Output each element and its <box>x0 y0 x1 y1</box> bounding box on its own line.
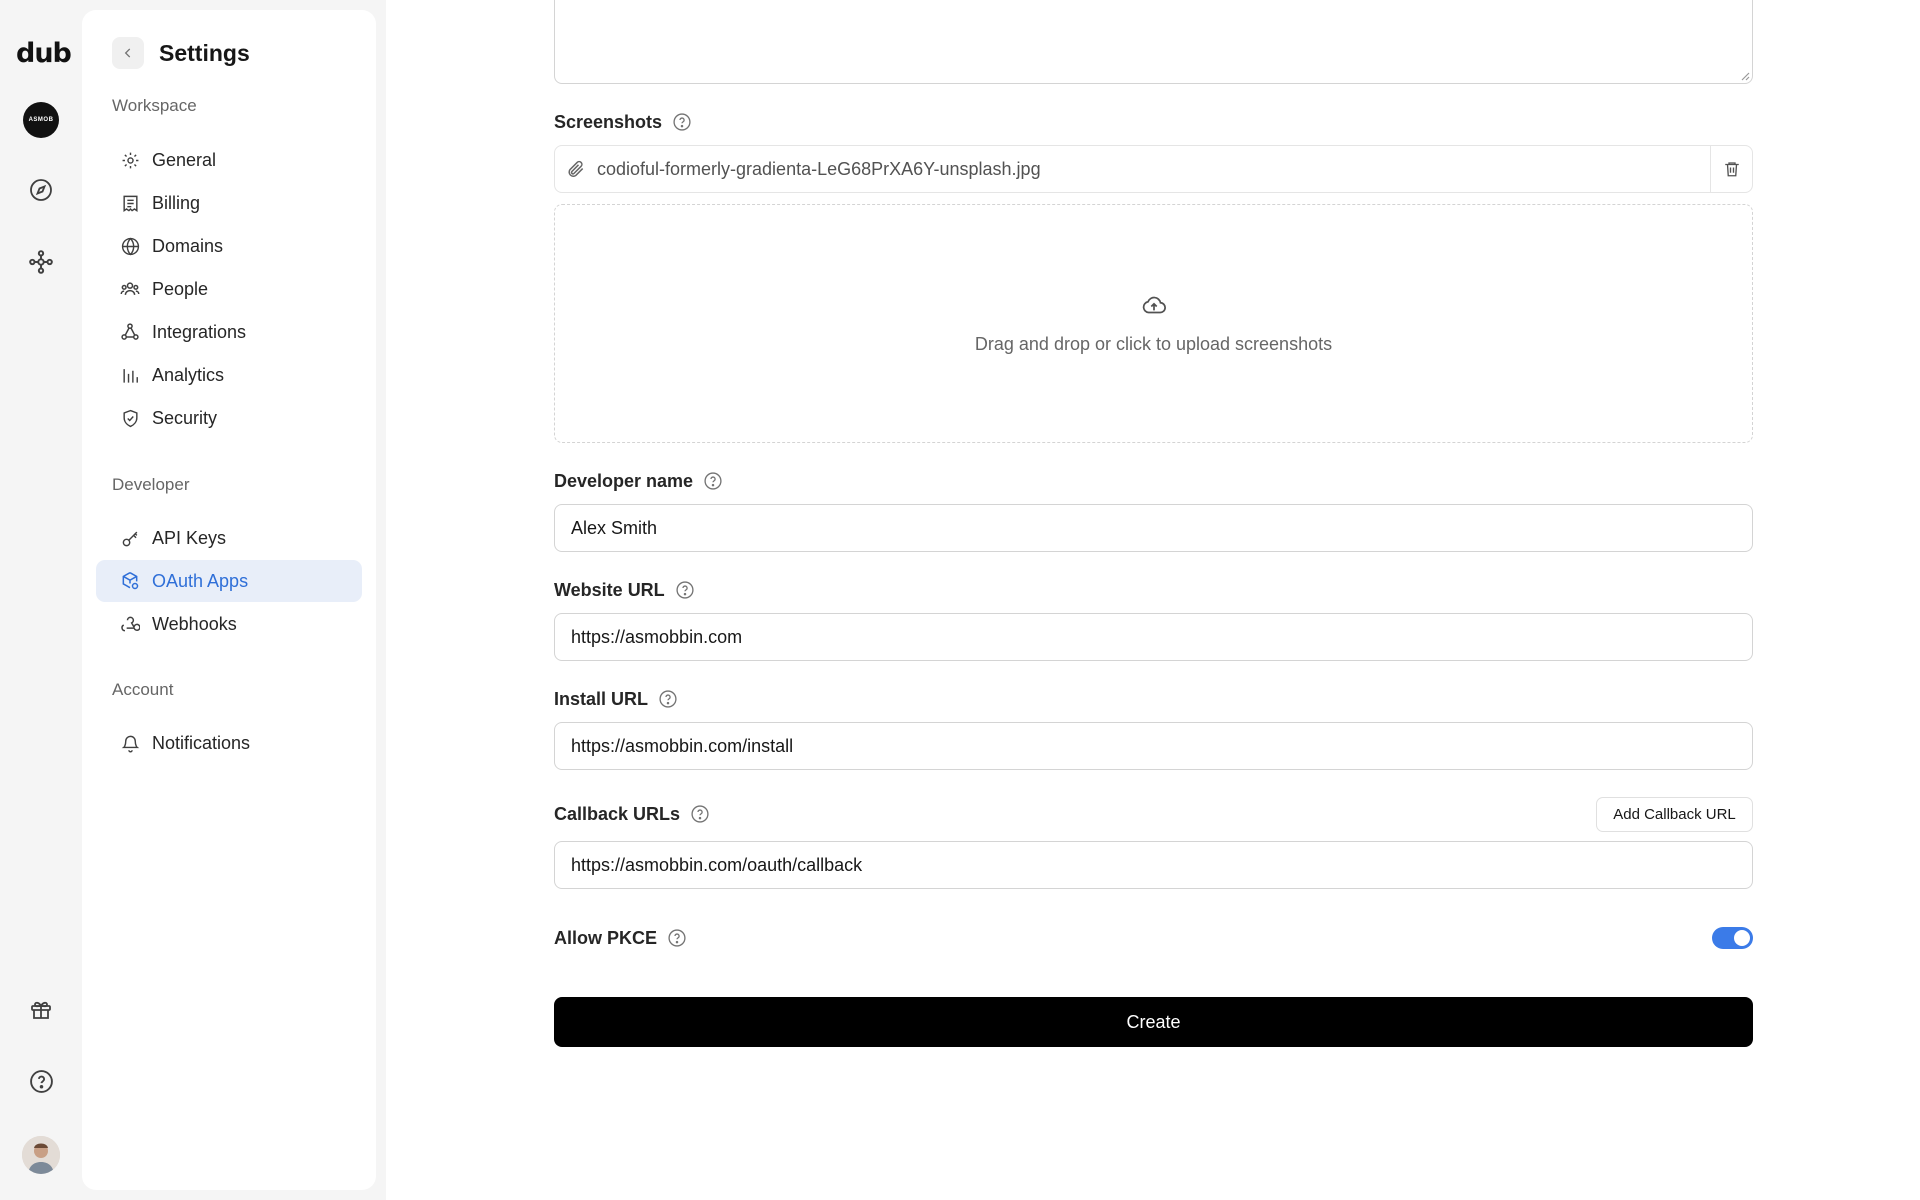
user-avatar[interactable] <box>22 1136 60 1174</box>
sidebar-item-label: Domains <box>152 235 224 256</box>
developer-name-label: Developer name <box>554 470 694 491</box>
callback-urls-label: Callback URLs <box>554 803 681 824</box>
receipt-icon <box>120 193 140 213</box>
bar-chart-icon <box>120 365 140 385</box>
sidebar-item-label: API Keys <box>152 527 227 548</box>
sidebar-item-security[interactable]: Security <box>96 397 362 439</box>
integrations-icon[interactable] <box>22 243 60 281</box>
allow-pkce-toggle[interactable] <box>1712 927 1753 949</box>
compass-icon[interactable] <box>22 171 60 209</box>
paperclip-icon <box>555 159 597 179</box>
sidebar-item-label: Integrations <box>152 321 247 342</box>
dub-logo[interactable]: dub <box>16 38 72 69</box>
add-callback-url-button[interactable]: Add Callback URL <box>1596 797 1753 832</box>
help-icon[interactable] <box>672 112 692 132</box>
help-icon[interactable] <box>703 471 723 491</box>
sidebar-item-integrations[interactable]: Integrations <box>96 311 362 353</box>
help-icon[interactable] <box>667 928 687 948</box>
bell-icon <box>120 733 140 753</box>
section-label-account: Account <box>112 680 174 699</box>
website-url-input[interactable]: https://asmobbin.com <box>554 613 1753 661</box>
toggle-knob <box>1734 930 1750 946</box>
cube-settings-icon <box>120 571 140 591</box>
gift-icon[interactable] <box>22 991 60 1029</box>
shield-icon <box>120 408 140 428</box>
sidebar-item-webhooks[interactable]: Webhooks <box>96 603 362 645</box>
install-url-input[interactable]: https://asmobbin.com/install <box>554 722 1753 770</box>
sidebar-item-oauth-apps[interactable]: OAuth Apps <box>96 560 362 602</box>
sidebar-item-billing[interactable]: Billing <box>96 182 362 224</box>
settings-title: Settings <box>159 39 250 66</box>
icon-rail: dub ASMOB <box>0 0 82 1200</box>
developer-name-label-row: Developer name <box>554 470 723 492</box>
screenshots-label: Screenshots <box>554 111 663 132</box>
sidebar-item-label: Notifications <box>152 732 251 753</box>
sidebar-item-label: Security <box>152 407 218 428</box>
cloud-upload-icon <box>1141 293 1167 324</box>
allow-pkce-label: Allow PKCE <box>554 927 658 948</box>
section-label-developer: Developer <box>112 475 190 494</box>
create-button[interactable]: Create <box>554 997 1753 1047</box>
webhook-icon <box>120 614 140 634</box>
screenshots-label-row: Screenshots <box>554 111 692 133</box>
sidebar-item-general[interactable]: General <box>96 139 362 181</box>
allow-pkce-label-row: Allow PKCE <box>554 927 687 949</box>
website-url-label: Website URL <box>554 579 665 600</box>
main-content: Screenshots codioful-formerly-gradienta-… <box>386 0 1920 1200</box>
resize-grip-icon[interactable] <box>1738 69 1750 81</box>
globe-icon <box>120 236 140 256</box>
sidebar-item-label: General <box>152 149 217 170</box>
trash-icon <box>1724 162 1739 177</box>
developer-name-input[interactable]: Alex Smith <box>554 504 1753 552</box>
screenshot-filename: codioful-formerly-gradienta-LeG68PrXA6Y-… <box>597 158 1041 179</box>
gear-icon <box>120 150 140 170</box>
screenshot-dropzone[interactable]: Drag and drop or click to upload screens… <box>554 204 1753 443</box>
dropzone-text: Drag and drop or click to upload screens… <box>974 333 1333 354</box>
sidebar-item-api-keys[interactable]: API Keys <box>96 517 362 559</box>
help-icon[interactable] <box>675 580 695 600</box>
chevron-left-icon <box>124 48 131 58</box>
delete-screenshot-button[interactable] <box>1710 146 1752 192</box>
integrations-icon <box>120 322 140 342</box>
help-icon[interactable] <box>690 804 710 824</box>
description-textarea[interactable] <box>554 0 1753 84</box>
section-label-workspace: Workspace <box>112 96 197 115</box>
settings-panel: Settings Workspace General Billing Domai… <box>82 10 376 1190</box>
help-icon[interactable] <box>658 689 678 709</box>
install-url-label-row: Install URL <box>554 688 678 710</box>
website-url-label-row: Website URL <box>554 579 695 601</box>
sidebar-item-domains[interactable]: Domains <box>96 225 362 267</box>
sidebar-item-label: Webhooks <box>152 613 237 634</box>
screenshot-file-row: codioful-formerly-gradienta-LeG68PrXA6Y-… <box>554 145 1753 193</box>
sidebar-item-people[interactable]: People <box>96 268 362 310</box>
sidebar-item-notifications[interactable]: Notifications <box>96 722 362 764</box>
settings-header: Settings <box>112 35 250 71</box>
workspace-avatar[interactable]: ASMOB <box>23 102 59 138</box>
sidebar-item-label: Analytics <box>152 364 225 385</box>
sidebar-item-analytics[interactable]: Analytics <box>96 354 362 396</box>
sidebar-item-label: OAuth Apps <box>152 570 249 591</box>
back-button[interactable] <box>112 37 144 69</box>
install-url-label: Install URL <box>554 688 649 709</box>
callback-url-input[interactable]: https://asmobbin.com/oauth/callback <box>554 841 1753 889</box>
sidebar-item-label: People <box>152 278 209 299</box>
help-icon[interactable] <box>22 1062 60 1100</box>
users-icon <box>120 279 140 299</box>
callback-urls-label-row: Callback URLs <box>554 803 710 825</box>
sidebar-item-label: Billing <box>152 192 201 213</box>
key-icon <box>120 528 140 548</box>
